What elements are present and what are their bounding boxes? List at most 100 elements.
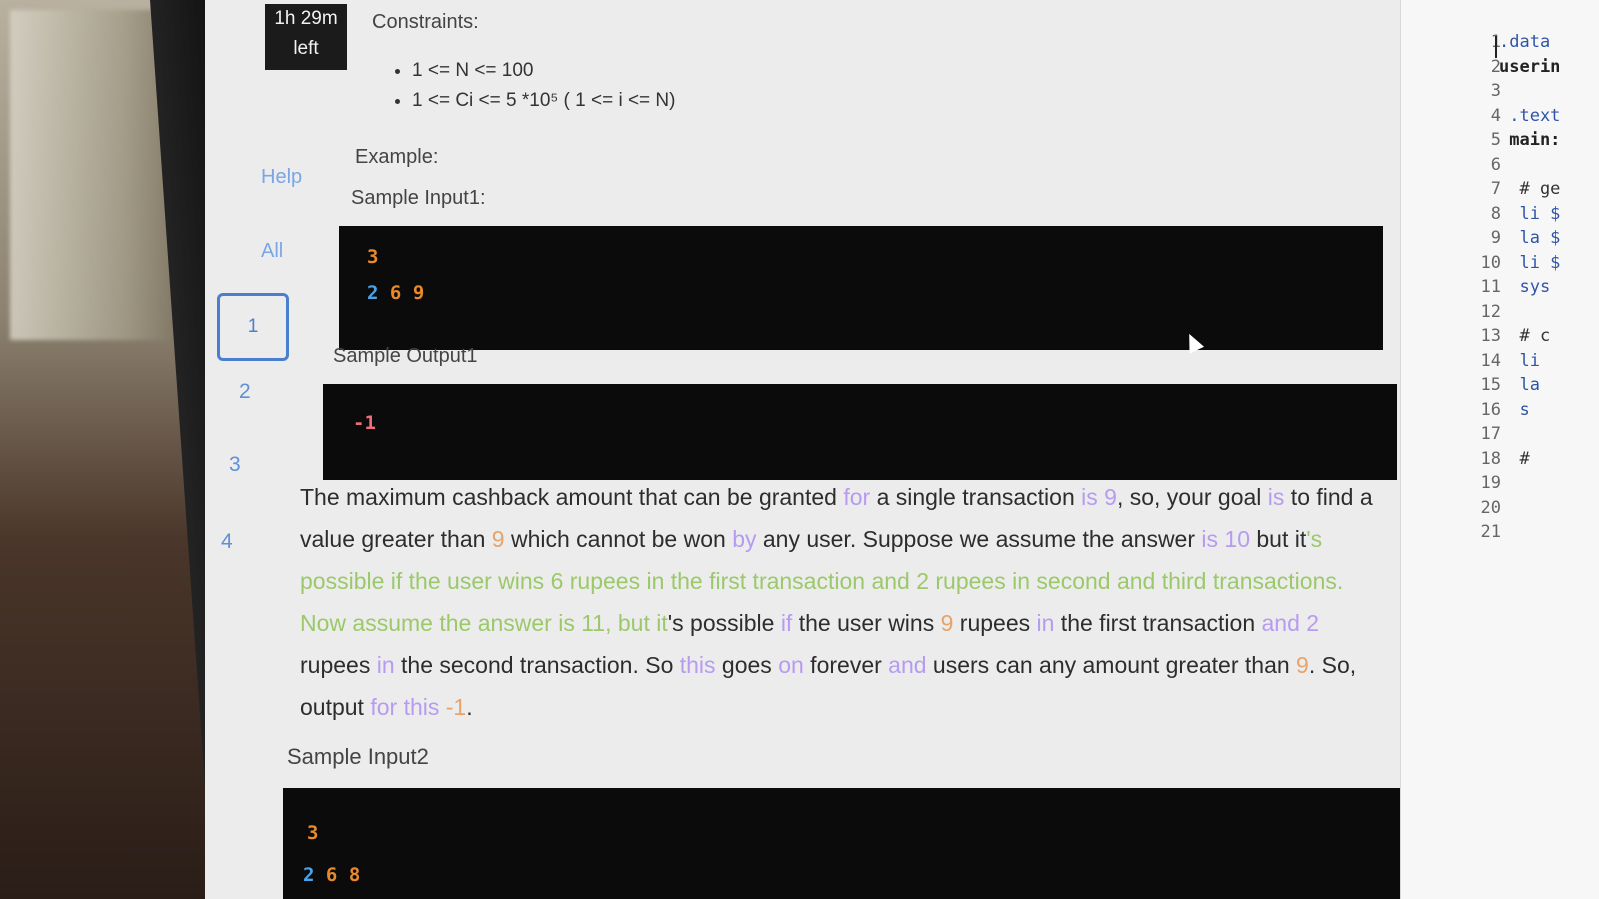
- line-number: 5: [1490, 130, 1501, 150]
- explanation-text: this: [679, 652, 716, 678]
- code-line: -1: [353, 412, 376, 434]
- constraint-item: 1 <= N <= 100: [412, 60, 675, 82]
- code-token: 2: [303, 864, 315, 886]
- question-3-button[interactable]: 3: [229, 453, 241, 477]
- line-number: 6: [1490, 154, 1501, 175]
- explanation-text: by: [732, 526, 757, 552]
- code-token: 9: [412, 282, 425, 304]
- explanation-text: and: [888, 652, 927, 678]
- explanation-text: but it: [1250, 526, 1307, 552]
- explanation-text: 's possible: [667, 610, 781, 636]
- explanation-text: is 9: [1081, 484, 1117, 510]
- code-line: 2 6 8: [303, 864, 360, 886]
- sample-input1-label: Sample Input1:: [351, 187, 486, 209]
- code-line: 3: [307, 822, 319, 844]
- explanation-text: users can any amount greater than: [926, 652, 1297, 678]
- code-line: li $: [1499, 252, 1561, 273]
- explanation-text: on: [778, 652, 804, 678]
- line-number: 17: [1480, 424, 1501, 444]
- code-line: main:: [1499, 130, 1561, 150]
- laptop-screen: 1h 29m left Help All 1 2 3 4 Constraints…: [205, 0, 1599, 899]
- code-line: .text: [1499, 105, 1561, 126]
- editor-code[interactable]: .data userin .text main: # ge li $ la $ l…: [1499, 32, 1599, 547]
- example-heading: Example:: [355, 146, 439, 168]
- question-1-button[interactable]: 1: [217, 293, 289, 361]
- explanation-text: rupees: [953, 610, 1037, 636]
- line-number: 18: [1480, 448, 1501, 469]
- explanation-text: goes: [715, 652, 779, 678]
- explanation-text: .: [466, 694, 473, 720]
- constraint-item: 1 <= Ci <= 5 *10⁵ ( 1 <= i <= N): [412, 90, 675, 112]
- line-number: 4: [1490, 105, 1501, 126]
- explanation-text: 9: [491, 526, 505, 552]
- explanation-text: in: [1036, 610, 1055, 636]
- line-number: 2: [1490, 56, 1501, 77]
- code-line: s: [1499, 399, 1530, 420]
- explanation-text: for: [843, 484, 871, 510]
- time-left-label: left: [293, 38, 319, 59]
- line-number: 3: [1490, 81, 1501, 101]
- explanation-text: is 10: [1201, 526, 1250, 552]
- code-line: sys: [1499, 277, 1551, 297]
- code-line: userin: [1499, 56, 1561, 77]
- code-token: 8: [348, 864, 361, 886]
- question-2-button[interactable]: 2: [239, 380, 251, 404]
- question-1-label: 1: [247, 316, 259, 337]
- explanation-text: the second transaction. So: [394, 652, 680, 678]
- explanation-text: the first transaction: [1054, 610, 1262, 636]
- explanation-text: rupees: [300, 652, 377, 678]
- sample-input2-block: 3 2 6 8: [283, 788, 1433, 899]
- explanation-text: if: [780, 610, 793, 636]
- time-left-value: 1h 29m: [274, 8, 338, 29]
- line-number: 12: [1480, 301, 1501, 322]
- code-line: # ge: [1499, 179, 1561, 199]
- sample-output1-label: Sample Output1: [333, 345, 478, 367]
- line-number: 14: [1480, 350, 1501, 371]
- code-line: li $: [1499, 203, 1561, 224]
- code-line: # c: [1499, 326, 1551, 346]
- sample-input1-block: 3 2 6 9: [339, 226, 1383, 350]
- code-line: la $: [1499, 228, 1561, 248]
- time-left-badge: 1h 29m left: [265, 4, 347, 70]
- code-token: 6: [389, 282, 402, 304]
- line-number: 19: [1480, 473, 1501, 493]
- explanation-paragraph: The maximum cashback amount that can be …: [300, 476, 1390, 728]
- explanation-text: 9: [1296, 652, 1309, 678]
- explanation-text: and 2: [1261, 610, 1320, 636]
- constraints-heading: Constraints:: [372, 11, 479, 33]
- sample-output1-block: -1: [323, 384, 1397, 480]
- explanation-text: in: [376, 652, 395, 678]
- explanation-text: for this: [370, 694, 440, 720]
- line-number: 8: [1490, 203, 1501, 224]
- line-number: 10: [1480, 252, 1501, 273]
- line-number: 13: [1480, 326, 1501, 346]
- all-questions-link[interactable]: All: [261, 240, 283, 263]
- question-4-button[interactable]: 4: [221, 530, 233, 554]
- code-line: li: [1499, 350, 1540, 371]
- code-line: #: [1499, 448, 1530, 469]
- code-line: .data: [1499, 32, 1551, 52]
- explanation-text: -1: [439, 694, 467, 720]
- code-line: 2 6 9: [367, 282, 424, 304]
- explanation-text: a single transaction: [870, 484, 1082, 510]
- explanation-text: forever: [803, 652, 889, 678]
- line-number: 7: [1490, 179, 1501, 199]
- explanation-text: which cannot be won: [504, 526, 733, 552]
- line-number-gutter: 123456789101112131415161718192021: [1441, 32, 1501, 547]
- code-line: 3: [367, 246, 379, 268]
- code-token: 2: [367, 282, 379, 304]
- line-number: 20: [1480, 497, 1501, 518]
- constraints-list: 1 <= N <= 100 1 <= Ci <= 5 *10⁵ ( 1 <= i…: [390, 52, 675, 120]
- sample-input2-label: Sample Input2: [287, 744, 429, 769]
- explanation-text: is: [1267, 484, 1285, 510]
- help-link[interactable]: Help: [261, 166, 302, 189]
- code-editor[interactable]: 123456789101112131415161718192021 .datau…: [1400, 0, 1599, 899]
- explanation-text: The maximum cashback amount that can be …: [300, 484, 844, 510]
